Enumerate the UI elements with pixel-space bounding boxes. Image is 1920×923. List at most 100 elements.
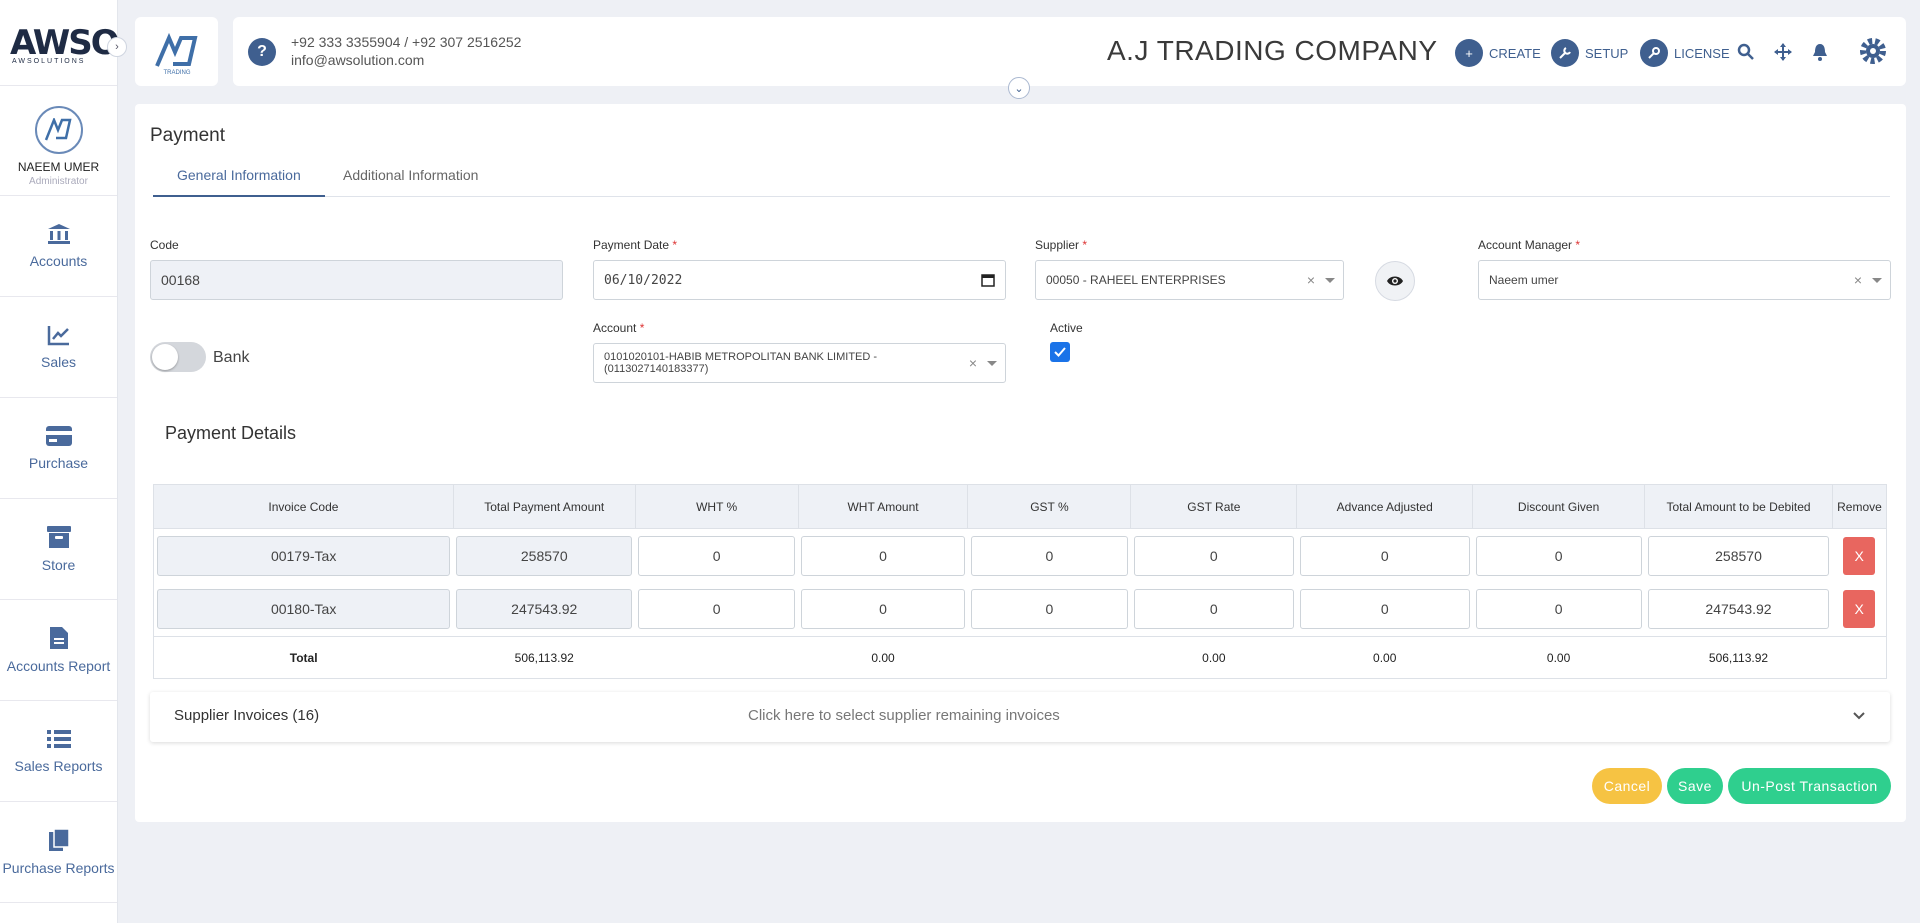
- sidebar-item-store[interactable]: Store: [0, 499, 117, 600]
- wht-amount-input[interactable]: 0: [801, 589, 965, 630]
- gst-rate-input[interactable]: 0: [1133, 589, 1294, 630]
- column-header: Advance Adjusted: [1296, 484, 1474, 529]
- totals-row: Total 506,113.92 0.00 0.00 0.00 0.00 506…: [153, 636, 1887, 679]
- supplier-select[interactable]: 00050 - RAHEEL ENTERPRISES ×: [1035, 260, 1344, 300]
- profile-name: NAEEM UMER: [17, 160, 100, 174]
- sidebar-item-label: Sales Reports: [14, 758, 103, 774]
- column-header: GST Rate: [1130, 484, 1298, 529]
- advance-adjusted-input[interactable]: 0: [1299, 589, 1470, 630]
- debited-sum: 506,113.92: [1644, 636, 1833, 679]
- clear-icon[interactable]: ×: [969, 356, 977, 370]
- search-icon[interactable]: [1737, 43, 1755, 61]
- bank-icon: [47, 224, 70, 244]
- tab-general-information[interactable]: General Information: [153, 154, 325, 197]
- top-bar: ? +92 333 3355904 / +92 307 2516252 info…: [233, 17, 1906, 86]
- payment-date-field[interactable]: 06/10/2022: [593, 260, 1006, 300]
- discount-sum: 0.00: [1472, 636, 1645, 679]
- brand-subtitle: TRADING: [163, 70, 190, 76]
- sidebar-item-sales[interactable]: Sales: [0, 297, 117, 398]
- caret-down-icon: [987, 360, 997, 366]
- sidebar-collapse-button[interactable]: ›: [107, 37, 127, 57]
- create-button[interactable]: + CREATE: [1455, 39, 1541, 67]
- active-checkbox[interactable]: [1050, 342, 1070, 362]
- sidebar-item-label: Purchase: [28, 455, 89, 471]
- header-expand-button[interactable]: ⌄: [1008, 77, 1030, 99]
- sidebar-item-accounts-report[interactable]: Accounts Report: [0, 600, 117, 701]
- account-select[interactable]: 0101020101-HABIB METROPOLITAN BANK LIMIT…: [593, 343, 1006, 383]
- list-icon: [46, 730, 71, 748]
- gst-percent-input[interactable]: 0: [970, 589, 1128, 630]
- discount-given-input[interactable]: 0: [1475, 589, 1642, 630]
- calendar-icon[interactable]: [981, 273, 995, 287]
- company-name: A.J TRADING COMPANY: [1107, 35, 1438, 66]
- account-label: Account *: [593, 321, 645, 335]
- wht-amount-input[interactable]: 0: [801, 535, 965, 576]
- company-logo[interactable]: TRADING: [135, 17, 218, 86]
- code-label: Code: [150, 238, 179, 252]
- tab-bar: General Information Additional Informati…: [153, 154, 1890, 197]
- table-row: 00180-Tax 247543.92 0 0 0 0 0 0 247543.9…: [154, 583, 1887, 637]
- unpost-transaction-button[interactable]: Un-Post Transaction: [1728, 768, 1891, 804]
- remove-row-button[interactable]: X: [1843, 536, 1876, 575]
- plus-icon: +: [1455, 39, 1483, 67]
- column-header: Total Payment Amount: [452, 484, 636, 529]
- table-header-row: Invoice Code Total Payment Amount WHT % …: [153, 484, 1888, 529]
- save-button[interactable]: Save: [1667, 768, 1723, 804]
- gear-icon[interactable]: [1859, 37, 1887, 65]
- sidebar: AWSO AWSOLUTIONS › NAEEM UMER Administra…: [0, 0, 127, 923]
- gst-rate-input[interactable]: 0: [1133, 535, 1294, 576]
- view-supplier-button[interactable]: [1375, 261, 1415, 301]
- total-debited-input[interactable]: 247543.92: [1647, 589, 1830, 630]
- column-header: Discount Given: [1472, 484, 1646, 529]
- gst-percent-input[interactable]: 0: [970, 535, 1128, 576]
- sidebar-item-accounts[interactable]: Accounts: [0, 196, 117, 297]
- clear-icon[interactable]: ×: [1854, 272, 1862, 288]
- credit-card-icon: [45, 426, 72, 446]
- move-arrows-icon[interactable]: [1774, 43, 1792, 61]
- table-row: 00179-Tax 258570 0 0 0 0 0 0 258570 X: [154, 529, 1887, 583]
- license-button[interactable]: LICENSE: [1640, 39, 1730, 67]
- bell-icon[interactable]: [1812, 43, 1828, 61]
- code-field[interactable]: 00168: [150, 260, 563, 300]
- logo-text: AWSO: [10, 22, 120, 63]
- clear-icon[interactable]: ×: [1307, 272, 1315, 288]
- setup-label: SETUP: [1585, 45, 1629, 61]
- chart-line-icon: [47, 326, 69, 346]
- active-label: Active: [1050, 321, 1083, 335]
- cancel-button[interactable]: Cancel: [1592, 768, 1662, 804]
- sidebar-item-label: Purchase Reports: [2, 860, 115, 876]
- chevron-down-icon: ⌄: [1014, 82, 1024, 95]
- total-debited-input[interactable]: 258570: [1647, 535, 1830, 576]
- column-header: Remove: [1831, 484, 1888, 529]
- app-logo[interactable]: AWSO AWSOLUTIONS ›: [0, 0, 127, 86]
- discount-given-input[interactable]: 0: [1475, 535, 1642, 576]
- help-icon[interactable]: ?: [248, 38, 276, 66]
- sidebar-item-purchase[interactable]: Purchase: [0, 398, 117, 499]
- clipboard-icon: [48, 828, 70, 851]
- total-payment-field: 247543.92: [456, 589, 633, 630]
- supplier-invoices-title: Supplier Invoices (16): [174, 707, 320, 724]
- sidebar-item-sales-reports[interactable]: Sales Reports: [0, 701, 117, 802]
- user-profile[interactable]: NAEEM UMER Administrator: [0, 86, 117, 196]
- tab-additional-information[interactable]: Additional Information: [319, 154, 502, 197]
- contact-info: +92 333 3355904 / +92 307 2516252 info@a…: [291, 33, 521, 69]
- remove-row-button[interactable]: X: [1843, 590, 1876, 629]
- wht-percent-input[interactable]: 0: [638, 535, 796, 576]
- wht-percent-input[interactable]: 0: [638, 589, 796, 630]
- sidebar-item-label: Store: [41, 557, 76, 573]
- invoice-code-field: 00180-Tax: [157, 589, 451, 630]
- toggle-knob: [152, 344, 178, 370]
- column-header: Total Amount to be Debited: [1644, 484, 1833, 529]
- setup-button[interactable]: SETUP: [1551, 39, 1628, 67]
- license-label: LICENSE: [1674, 45, 1730, 61]
- invoice-code-field: 00179-Tax: [157, 535, 451, 576]
- sidebar-item-purchase-reports[interactable]: Purchase Reports: [0, 802, 117, 903]
- avatar: [34, 106, 83, 154]
- account-manager-select[interactable]: Naeem umer ×: [1478, 260, 1891, 300]
- advance-adjusted-input[interactable]: 0: [1299, 535, 1470, 576]
- account-manager-label: Account Manager *: [1478, 238, 1581, 252]
- bank-label: Bank: [213, 349, 250, 366]
- file-icon: [49, 627, 68, 649]
- supplier-invoices-accordion[interactable]: Supplier Invoices (16) Click here to sel…: [150, 692, 1890, 742]
- bank-toggle[interactable]: [150, 342, 206, 372]
